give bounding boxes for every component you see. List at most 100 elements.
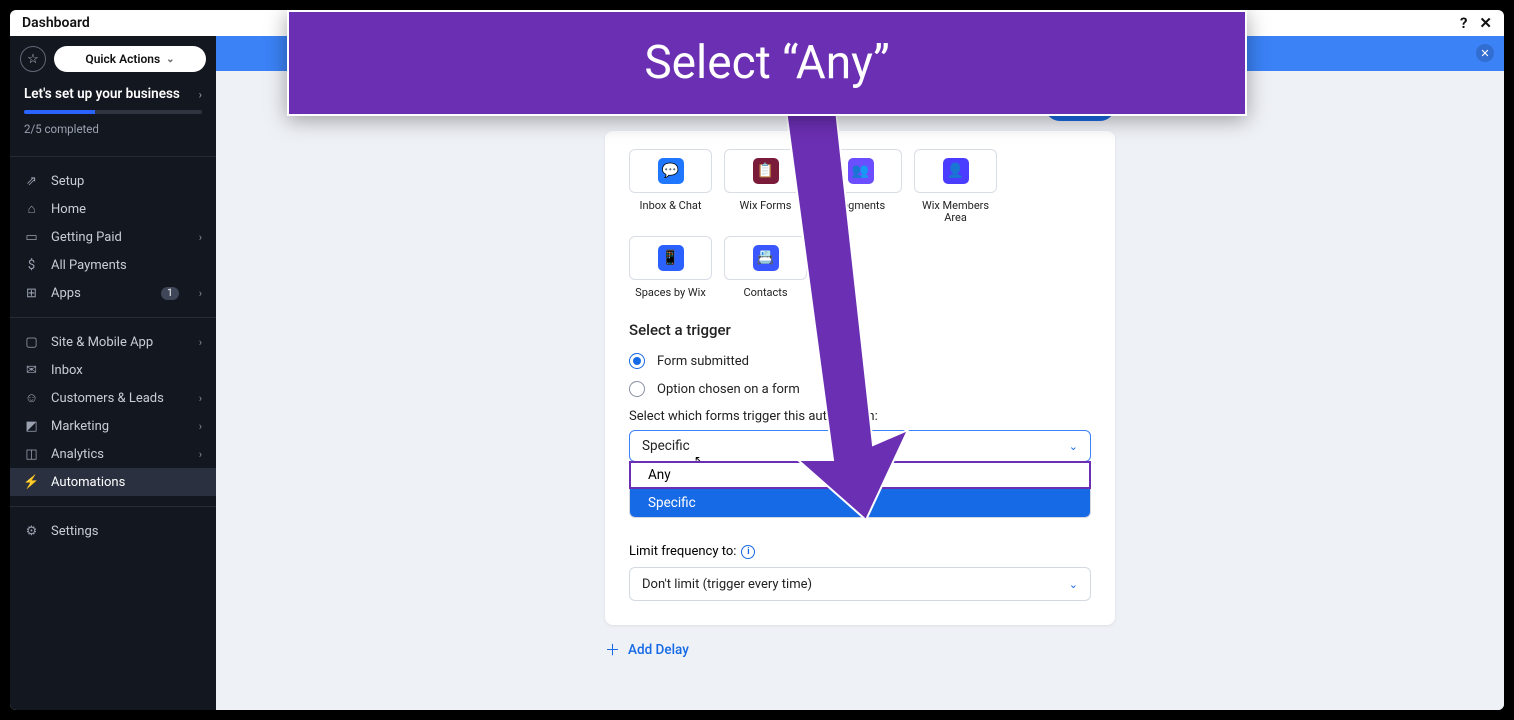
tutorial-callout: Select “Any”: [287, 10, 1247, 116]
limit-select-value: Don't limit (trigger every time): [642, 577, 812, 592]
limit-frequency-select[interactable]: Don't limit (trigger every time) ⌄: [629, 567, 1091, 601]
phone-icon: 📱: [658, 245, 684, 271]
tile-label: Spaces by Wix: [635, 287, 706, 299]
sidebar-item-settings[interactable]: ⚙ Settings: [10, 517, 216, 545]
select-trigger-heading: Select a trigger: [629, 321, 1091, 339]
dropdown-option-any[interactable]: Any: [629, 461, 1091, 489]
setup-business-row[interactable]: Let's set up your business ›: [24, 86, 202, 102]
people-icon: ☺: [24, 390, 39, 406]
sidebar-item-analytics[interactable]: ◫ Analytics ›: [10, 440, 216, 468]
sidebar-item-label: Automations: [51, 475, 202, 490]
sidebar-item-automations[interactable]: ⚡ Automations: [10, 468, 216, 496]
clipboard-icon: 📋: [753, 158, 779, 184]
sidebar-item-label: All Payments: [51, 258, 202, 273]
add-delay-label: Add Delay: [628, 642, 689, 658]
megaphone-icon: ◩: [24, 419, 39, 434]
tile-label: Wix Forms: [740, 200, 792, 212]
chat-icon: 💬: [658, 158, 684, 184]
forms-select[interactable]: Specific ↖ ⌄: [629, 430, 1091, 462]
trigger-card: 💬 Inbox & Chat 📋 Wix Forms 👥 Segments 👤 …: [605, 131, 1115, 625]
plus-icon: ＋: [605, 639, 620, 660]
sidebar-item-label: Site & Mobile App: [51, 335, 187, 350]
info-icon[interactable]: i: [741, 545, 755, 559]
select-forms-label: Select which forms trigger this automati…: [629, 409, 1091, 424]
sidebar-item-getting-paid[interactable]: ▭ Getting Paid ›: [10, 223, 216, 251]
sidebar-item-label: Setup: [51, 174, 202, 189]
tile-inbox-chat[interactable]: 💬 Inbox & Chat: [629, 149, 712, 224]
limit-frequency-label: Limit frequency to:: [629, 544, 736, 559]
sidebar-item-marketing[interactable]: ◩ Marketing ›: [10, 412, 216, 440]
banner-close-button[interactable]: ✕: [1476, 44, 1494, 62]
radio-checked-icon[interactable]: [629, 353, 645, 369]
tile-label: Wix Members Area: [914, 200, 997, 224]
radio-label: Form submitted: [657, 354, 749, 369]
tile-contacts[interactable]: 📇 Contacts: [724, 236, 807, 299]
gear-icon: ⚙: [24, 524, 39, 539]
chevron-right-icon: ›: [199, 231, 202, 244]
tile-label: Inbox & Chat: [640, 200, 702, 212]
chevron-right-icon: ›: [199, 448, 202, 461]
callout-text: Select “Any”: [644, 36, 889, 90]
sidebar: ‹ ☆ Quick Actions ⌄ Let's set up your bu…: [10, 36, 216, 710]
sidebar-item-setup[interactable]: ⇗ Setup: [10, 167, 216, 195]
add-delay-button[interactable]: ＋ Add Delay: [605, 639, 1115, 660]
tile-segments[interactable]: 👥 Segments: [819, 149, 902, 224]
sidebar-item-apps[interactable]: ⊞ Apps 1 ›: [10, 279, 216, 307]
progress-bar: [24, 110, 202, 114]
users-icon: 👥: [848, 158, 874, 184]
sidebar-item-home[interactable]: ⌂ Home: [10, 195, 216, 223]
bolt-icon: ⚡: [24, 475, 39, 490]
chevron-right-icon: ›: [199, 420, 202, 433]
sidebar-item-label: Settings: [51, 524, 202, 539]
setup-business-label: Let's set up your business: [24, 86, 180, 102]
tile-label: Contacts: [743, 287, 787, 299]
sidebar-item-label: Home: [51, 202, 202, 217]
card-icon: ▭: [24, 230, 39, 245]
home-icon: ⌂: [24, 201, 39, 217]
quick-actions-button[interactable]: Quick Actions ⌄: [54, 46, 206, 72]
inbox-icon: ✉: [24, 363, 39, 378]
sidebar-item-site-mobile[interactable]: ▢ Site & Mobile App ›: [10, 328, 216, 356]
tile-members-area[interactable]: 👤 Wix Members Area: [914, 149, 997, 224]
radio-unchecked-icon[interactable]: [629, 381, 645, 397]
chevron-down-icon: ⌄: [1069, 578, 1078, 591]
tile-label: Segments: [836, 200, 885, 212]
contact-icon: 📇: [753, 245, 779, 271]
quick-actions-label: Quick Actions: [85, 52, 160, 66]
sidebar-item-label: Getting Paid: [51, 230, 187, 245]
rocket-icon: ⇗: [24, 174, 39, 189]
chevron-down-icon: ⌄: [1069, 440, 1078, 453]
forms-dropdown: Any Specific: [629, 461, 1091, 518]
radio-option-chosen[interactable]: Option chosen on a form: [629, 381, 1091, 397]
tile-wix-forms[interactable]: 📋 Wix Forms: [724, 149, 807, 224]
apps-icon: ⊞: [24, 286, 39, 301]
user-frame-icon: 👤: [943, 158, 969, 184]
progress-completed-text: 2/5 completed: [24, 122, 202, 136]
close-icon[interactable]: ✕: [1479, 14, 1492, 32]
sidebar-item-label: Inbox: [51, 363, 202, 378]
sidebar-item-all-payments[interactable]: $ All Payments: [10, 251, 216, 279]
chevron-right-icon: ›: [199, 336, 202, 349]
chevron-down-icon: ⌄: [166, 54, 174, 65]
chevron-right-icon: ›: [199, 287, 202, 300]
sidebar-item-label: Apps: [51, 286, 149, 301]
apps-badge: 1: [161, 287, 179, 300]
window-title: Dashboard: [22, 15, 90, 31]
chart-icon: ◫: [24, 447, 39, 462]
sidebar-item-label: Marketing: [51, 419, 187, 434]
tile-spaces[interactable]: 📱 Spaces by Wix: [629, 236, 712, 299]
chevron-right-icon: ›: [199, 88, 202, 101]
help-icon[interactable]: ?: [1460, 14, 1467, 32]
dropdown-option-specific[interactable]: Specific: [630, 489, 1090, 517]
sidebar-item-label: Customers & Leads: [51, 391, 187, 406]
main-area: ✕ ← Back Save 💬 Inbox & Chat 📋: [216, 36, 1504, 710]
sidebar-item-customers[interactable]: ☺ Customers & Leads ›: [10, 384, 216, 412]
sidebar-item-label: Analytics: [51, 447, 187, 462]
sidebar-item-inbox[interactable]: ✉ Inbox: [10, 356, 216, 384]
chevron-right-icon: ›: [199, 392, 202, 405]
site-icon: ▢: [24, 335, 39, 350]
radio-label: Option chosen on a form: [657, 382, 800, 397]
radio-form-submitted[interactable]: Form submitted: [629, 353, 1091, 369]
dollar-icon: $: [24, 258, 39, 273]
star-badge-icon[interactable]: ☆: [20, 46, 46, 72]
